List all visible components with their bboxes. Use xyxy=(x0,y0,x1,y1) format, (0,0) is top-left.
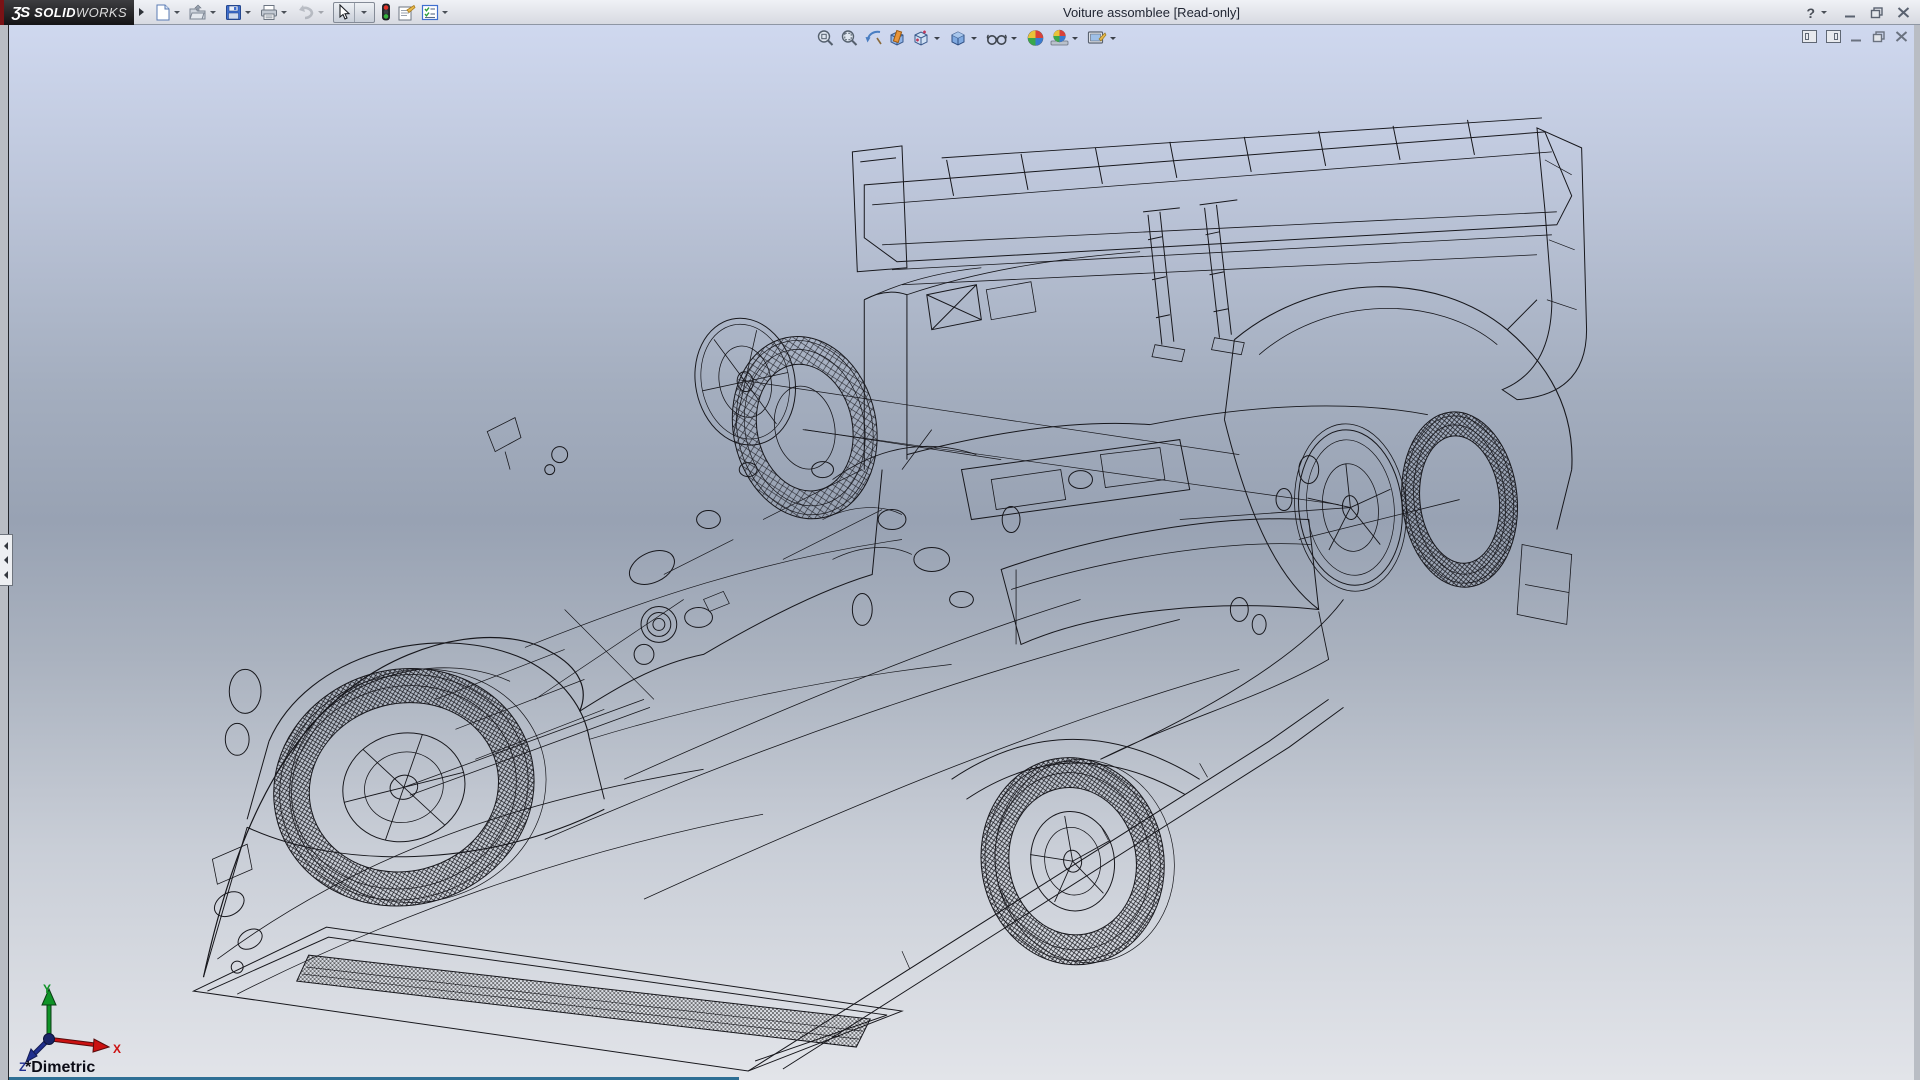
apply-scene-icon xyxy=(1050,29,1069,47)
help-dropdown-icon xyxy=(1821,11,1827,14)
undo-icon xyxy=(296,4,315,21)
section-view-button[interactable] xyxy=(887,28,908,48)
hide-show-items-button[interactable] xyxy=(985,28,1022,48)
appearances-button[interactable] xyxy=(378,1,394,23)
pane-left-icon xyxy=(1805,33,1809,40)
triad-x-label: X xyxy=(113,1042,121,1056)
restore-icon xyxy=(1870,7,1884,19)
close-icon xyxy=(1897,7,1910,18)
design-binder-button[interactable] xyxy=(395,1,418,23)
print-button[interactable] xyxy=(258,1,293,23)
new-document-button[interactable] xyxy=(152,1,186,23)
doc-close-icon xyxy=(1895,31,1908,42)
options-checklist-button[interactable] xyxy=(419,1,454,23)
options-dropdown-icon[interactable] xyxy=(442,11,448,14)
doc-restore-icon xyxy=(1872,31,1886,43)
save-dropdown-icon[interactable] xyxy=(245,11,251,14)
select-dropdown-icon xyxy=(361,11,367,14)
new-document-icon xyxy=(154,4,171,21)
graphics-viewport[interactable]: Y X Z *Dimetric xyxy=(8,25,1914,1080)
pane-right-icon xyxy=(1834,33,1838,40)
document-title: Voiture assomblee [Read-only] xyxy=(1063,5,1240,20)
section-view-icon xyxy=(888,29,907,47)
doc-restore-button[interactable] xyxy=(1872,31,1886,43)
view-orientation-label: *Dimetric xyxy=(25,1059,95,1077)
wireframe-car-model[interactable] xyxy=(9,25,1914,1080)
select-cursor-icon xyxy=(337,4,351,20)
close-button[interactable] xyxy=(1897,7,1910,18)
view-orientation-dropdown-icon[interactable] xyxy=(934,37,940,40)
collapse-arrow-icon xyxy=(4,571,8,579)
view-orientation-button[interactable] xyxy=(911,28,945,48)
print-icon xyxy=(260,4,278,21)
display-style-dropdown-icon[interactable] xyxy=(971,37,977,40)
display-style-icon xyxy=(949,29,968,47)
brand-text: SOLIDWORKS xyxy=(34,5,127,20)
menu-expand-arrow-icon[interactable] xyxy=(139,8,144,16)
minimize-icon xyxy=(1844,7,1857,18)
hide-show-items-icon xyxy=(986,29,1008,47)
open-document-icon xyxy=(189,4,207,21)
doc-close-button[interactable] xyxy=(1895,31,1908,42)
view-settings-icon xyxy=(1087,29,1107,47)
previous-view-button[interactable] xyxy=(863,28,884,48)
headsup-view-toolbar xyxy=(815,28,1121,48)
view-orientation-icon xyxy=(912,29,931,47)
undo-dropdown-icon[interactable] xyxy=(318,11,324,14)
zoom-to-fit-button[interactable] xyxy=(815,28,836,48)
collapse-arrow-icon xyxy=(4,556,8,564)
select-tool-button[interactable] xyxy=(334,3,354,22)
titlebar: ƷS SOLIDWORKS xyxy=(0,0,1920,25)
collapse-arrow-icon xyxy=(4,542,8,550)
pane-left-button[interactable] xyxy=(1802,30,1817,43)
main-toolbar xyxy=(152,0,454,25)
design-binder-note-icon xyxy=(397,4,416,21)
save-button[interactable] xyxy=(223,1,257,23)
featuremanager-collapse-tab[interactable] xyxy=(0,534,13,586)
edit-appearance-button[interactable] xyxy=(1025,28,1046,48)
hide-show-dropdown-icon[interactable] xyxy=(1011,37,1017,40)
new-dropdown-icon[interactable] xyxy=(174,11,180,14)
select-tool-dropdown[interactable] xyxy=(354,3,374,22)
doc-minimize-icon xyxy=(1850,31,1863,42)
apply-scene-dropdown-icon[interactable] xyxy=(1072,37,1078,40)
view-settings-dropdown-icon[interactable] xyxy=(1110,37,1116,40)
apply-scene-button[interactable] xyxy=(1049,28,1083,48)
zoom-to-fit-icon xyxy=(816,29,835,47)
pane-right-button[interactable] xyxy=(1826,30,1841,43)
previous-view-icon xyxy=(864,29,883,47)
triad-y-label: Y xyxy=(43,982,51,996)
edit-appearance-icon xyxy=(1026,29,1045,47)
appearances-stoplight-icon xyxy=(380,3,392,21)
display-style-button[interactable] xyxy=(948,28,982,48)
undo-button[interactable] xyxy=(294,1,330,23)
ds-logo-glyph: ƷS xyxy=(12,4,29,21)
zoom-to-area-icon xyxy=(840,29,859,47)
document-window-controls xyxy=(1802,30,1908,43)
window-controls: ? xyxy=(1806,0,1910,25)
open-dropdown-icon[interactable] xyxy=(210,11,216,14)
solidworks-logo[interactable]: ƷS SOLIDWORKS xyxy=(0,0,134,25)
print-dropdown-icon[interactable] xyxy=(281,11,287,14)
doc-minimize-button[interactable] xyxy=(1850,31,1863,42)
restore-button[interactable] xyxy=(1870,7,1884,19)
options-checklist-icon xyxy=(421,4,439,21)
help-icon: ? xyxy=(1806,5,1815,21)
open-document-button[interactable] xyxy=(187,1,222,23)
help-button[interactable]: ? xyxy=(1806,5,1831,21)
save-icon xyxy=(225,4,242,21)
select-tool-active xyxy=(333,2,375,23)
view-settings-button[interactable] xyxy=(1086,28,1121,48)
zoom-to-area-button[interactable] xyxy=(839,28,860,48)
minimize-button[interactable] xyxy=(1844,7,1857,18)
